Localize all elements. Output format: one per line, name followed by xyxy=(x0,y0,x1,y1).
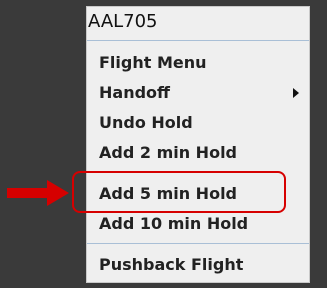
menu-item-label: Flight Menu xyxy=(99,53,207,72)
menu-item-label: Pushback Flight xyxy=(99,255,244,274)
menu-item-add-5-min-hold[interactable]: Add 5 min Hold xyxy=(87,180,309,207)
menu-item-label: Add 10 min Hold xyxy=(99,214,249,233)
submenu-arrow-icon xyxy=(293,88,299,98)
menu-item-label: Add 2 min Hold xyxy=(99,143,237,162)
menu-separator xyxy=(87,243,309,244)
menu-item-add-2-min-hold[interactable]: Add 2 min Hold xyxy=(87,139,309,166)
menu-item-label: Add 5 min Hold xyxy=(99,184,237,203)
menu-item-handoff[interactable]: Handoff xyxy=(87,79,309,106)
menu-item-add-10-min-hold[interactable]: Add 10 min Hold xyxy=(87,210,309,237)
menu-item-flight-menu[interactable]: Flight Menu xyxy=(87,49,309,76)
flight-context-menu: AAL705 Flight Menu Handoff Undo Hold Add… xyxy=(86,6,310,283)
menu-item-pushback-flight[interactable]: Pushback Flight xyxy=(87,251,309,278)
menu-title: AAL705 xyxy=(87,7,309,41)
menu-item-label: Handoff xyxy=(99,83,170,102)
menu-item-label: Undo Hold xyxy=(99,113,193,132)
right-arrow-icon xyxy=(7,180,69,206)
menu-item-undo-hold[interactable]: Undo Hold xyxy=(87,109,309,136)
